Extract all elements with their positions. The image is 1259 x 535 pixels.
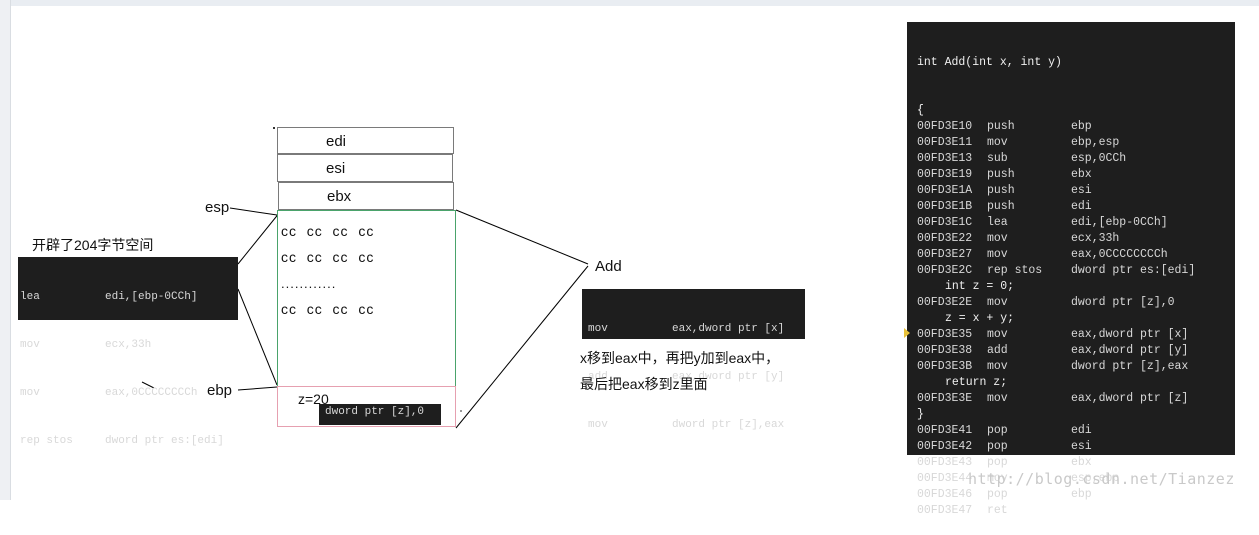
register-label: ebx	[327, 188, 352, 205]
asm-line: 00FD3E1B push edi	[917, 200, 1092, 213]
asm-line: 00FD3E41 pop edi	[917, 424, 1092, 437]
current-line-marker-icon	[904, 328, 910, 338]
asm-line: 00FD3E3B mov dword ptr [z],eax	[917, 360, 1189, 373]
asm-line: 00FD3E11 mov ebp,esp	[917, 136, 1120, 149]
ebp-pointer-line	[237, 386, 278, 391]
code-row: lea edi,[ebp-0CCh]	[20, 291, 198, 303]
register-ebx: ebx	[278, 182, 454, 210]
cc-row: cc cc cc cc	[281, 301, 375, 317]
add-brace-bottom	[455, 265, 589, 429]
code-row: mov dword ptr [z],eax	[588, 419, 785, 431]
add-brace-top	[455, 209, 589, 265]
asm-line: 00FD3E38 add eax,dword ptr [y]	[917, 344, 1189, 357]
source-line: return z;	[945, 376, 1008, 389]
stray-dot-2	[460, 410, 462, 412]
code-row: rep stos dword ptr es:[edi]	[20, 435, 224, 447]
cc-row: cc cc cc cc	[281, 223, 375, 239]
add-label: Add	[595, 258, 622, 275]
disassembly-panel: int Add(int x, int y) {00FD3E10 push ebp 00…	[907, 22, 1235, 517]
ellipsis-row: ............	[281, 276, 337, 291]
esp-label: esp	[205, 199, 230, 216]
add-code-block: mov eax,dword ptr [x] add eax,dword ptr [y…	[582, 289, 805, 431]
asm-line: 00FD3E27 mov eax,0CCCCCCCCh	[917, 248, 1168, 261]
source-line: int z = 0;	[945, 280, 1015, 293]
asm-line: 00FD3E43 pop ebx	[917, 456, 1092, 469]
stray-dot	[273, 127, 275, 129]
source-line: {	[917, 104, 924, 117]
asm-line: 00FD3E13 sub esp,0CCh	[917, 152, 1127, 165]
asm-line: 00FD3E1A push esi	[917, 184, 1092, 197]
source-line: }	[917, 408, 924, 421]
alloc-note: 开辟了204字节空间	[32, 237, 154, 253]
z-instruction: dword ptr [z],0	[319, 404, 441, 425]
alloc-code-block: lea edi,[ebp-0CCh] mov ecx,33h mov eax,0CCC…	[18, 257, 238, 447]
disassembly-lines: {00FD3E10 push ebp 00FD3E11 mov ebp,esp 00FD3E…	[917, 103, 1235, 519]
register-label: esi	[326, 160, 346, 177]
alloc-brace-bottom	[237, 288, 278, 386]
asm-line: 00FD3E2C rep stos dword ptr es:[edi]	[917, 264, 1196, 277]
esp-pointer-line	[229, 207, 278, 216]
add-note-line-2: 最后把eax移到z里面	[580, 376, 708, 392]
cc-row: cc cc cc cc	[281, 249, 375, 265]
function-signature: int Add(int x, int y)	[917, 56, 1062, 69]
asm-line: 00FD3E46 pop ebp	[917, 488, 1092, 501]
asm-line: 00FD3E42 pop esi	[917, 440, 1092, 453]
register-edi: edi	[277, 127, 454, 154]
source-line: z = x + y;	[945, 312, 1015, 325]
alloc-brace-top	[237, 211, 281, 265]
watermark: http://blog.csdn.net/Tianzez	[968, 470, 1235, 488]
code-row: mov ecx,33h	[20, 339, 152, 351]
register-esi: esi	[277, 154, 453, 182]
code-row: mov eax,0CCCCCCCCh	[20, 387, 198, 399]
asm-line: 00FD3E10 push ebp	[917, 120, 1092, 133]
add-note-line-1: x移到eax中，再把y加到eax中，	[580, 350, 780, 366]
asm-line: 00FD3E2E mov dword ptr [z],0	[917, 296, 1175, 309]
code-row: mov eax,dword ptr [x]	[588, 323, 785, 335]
register-label: edi	[326, 133, 347, 150]
asm-line: 00FD3E1C lea edi,[ebp-0CCh]	[917, 216, 1168, 229]
asm-line: 00FD3E22 mov ecx,33h	[917, 232, 1120, 245]
asm-line: 00FD3E3E mov eax,dword ptr [z]	[917, 392, 1189, 405]
asm-line: 00FD3E47 ret	[917, 504, 1008, 517]
asm-line: 00FD3E19 push ebx	[917, 168, 1092, 181]
asm-line: 00FD3E35 mov eax,dword ptr [x]	[917, 328, 1189, 341]
